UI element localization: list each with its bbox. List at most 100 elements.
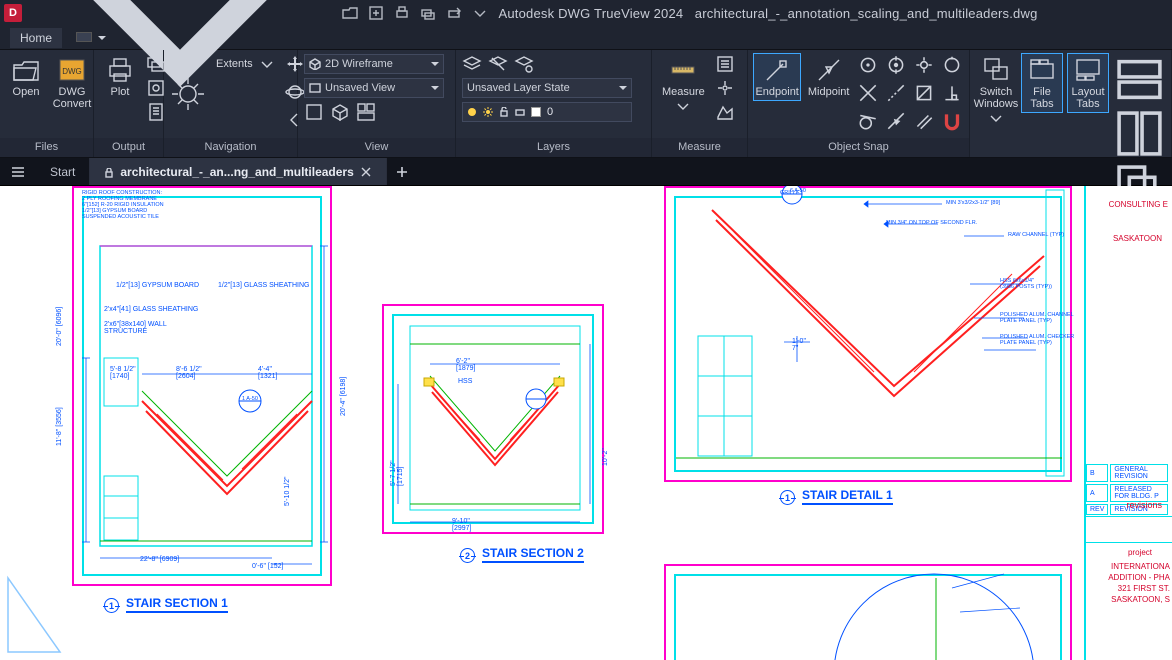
panel-view-title: View — [298, 138, 455, 157]
ui-tile-v-icon[interactable] — [1114, 148, 1165, 162]
endpoint-button[interactable]: Endpoint — [754, 54, 800, 100]
view-manage-icon[interactable] — [304, 102, 324, 122]
open-icon[interactable] — [342, 5, 358, 21]
ruler-icon — [669, 56, 697, 84]
midpoint-button[interactable]: Midpoint — [806, 54, 851, 100]
dim-rh: 20'-4" [6198] — [340, 377, 347, 416]
plot-preview-icon[interactable] — [146, 78, 166, 98]
partial-detail-drawing — [664, 564, 1072, 660]
osnap-node-icon[interactable] — [913, 54, 935, 76]
osnap-center-icon[interactable] — [857, 54, 879, 76]
visual-style-dropdown[interactable]: 2D Wireframe — [304, 54, 444, 74]
det-d: HSS 6x6x1/4"(3986 POSTS (TYP)) — [1000, 278, 1052, 290]
dwg-convert-button[interactable]: DWG DWG Convert — [52, 54, 92, 112]
title-bar: D Autodesk DWG TrueView 2024 architectur… — [0, 0, 1172, 26]
endpoint-icon — [763, 56, 791, 84]
osnap-geocenter-icon[interactable] — [885, 54, 907, 76]
batch-plot-icon[interactable] — [146, 54, 166, 74]
file-tabs-icon — [1028, 56, 1056, 84]
sec2-run: 6'-2"[1879] — [456, 358, 475, 372]
dwg-convert-icon[interactable] — [368, 5, 384, 21]
chevron-down-icon — [990, 112, 1002, 120]
qat-dropdown-icon[interactable] — [472, 5, 488, 21]
start-tab[interactable]: Start — [36, 158, 90, 185]
layout-tabs-button[interactable]: Layout Tabs — [1068, 54, 1108, 112]
osnap-extension-icon[interactable] — [885, 82, 907, 104]
osnap-quadrant-icon[interactable] — [941, 54, 963, 76]
tabs-menu-icon[interactable] — [0, 158, 36, 185]
panel-measure-title: Measure — [652, 138, 747, 157]
note-gypsum: 1/2"[13] GYPSUM BOARD — [116, 282, 199, 289]
osnap-intersection-icon[interactable] — [857, 82, 879, 104]
home-tab[interactable]: Home — [10, 28, 62, 48]
osnap-parallel-icon[interactable] — [913, 110, 935, 132]
ui-tile-h-icon[interactable] — [1114, 94, 1165, 108]
plot-on-icon — [515, 107, 525, 117]
measure-id-icon[interactable] — [715, 78, 735, 98]
sun-icon — [483, 107, 493, 117]
document-tab[interactable]: architectural_-_an...ng_and_multileaders — [90, 158, 386, 185]
publish-icon[interactable] — [446, 5, 462, 21]
osnap-grid — [857, 54, 963, 132]
layer-iso-icon[interactable] — [514, 54, 534, 74]
measure-area-icon[interactable] — [715, 102, 735, 122]
dim-landing: 5'-10 1/2" — [284, 476, 291, 506]
panel-view: 2D Wireframe Unsaved View View — [298, 50, 456, 157]
viewport-icon[interactable] — [356, 102, 376, 122]
consult-label: CONSULTING E — [1109, 200, 1168, 210]
layer-state-dropdown[interactable]: Unsaved Layer State — [462, 78, 632, 98]
chevron-down-icon — [259, 56, 275, 72]
sec2-number: 2 — [460, 548, 475, 563]
midpoint-icon — [815, 56, 843, 84]
sec2-title: STAIR SECTION 2 — [482, 546, 584, 563]
panel-output: Plot Output — [94, 50, 164, 157]
new-tab-icon[interactable] — [387, 158, 417, 185]
panel-files: Open DWG DWG Convert Files — [0, 50, 94, 157]
ribbon: Open DWG DWG Convert Files Plot Output — [0, 50, 1172, 158]
zoom-extents-button[interactable]: Extents — [212, 54, 279, 74]
print-icon[interactable] — [394, 5, 410, 21]
dim-run-top: 8'-6 1/2"[2604] — [176, 366, 202, 380]
dim-uh: 20'-0" [6096] — [56, 307, 63, 346]
project-label: project — [1128, 548, 1152, 558]
det-callout: 6 A-50 — [790, 188, 806, 194]
osnap-insertion-icon[interactable] — [913, 82, 935, 104]
osnap-magnet-icon[interactable] — [941, 110, 963, 132]
det-a: MIN 3'x3/2x3-1/2" [89] — [946, 200, 1000, 206]
file-tabs-button[interactable]: File Tabs — [1022, 54, 1062, 112]
note-sheathing: 1/2"[13] GLASS SHEATHING — [218, 282, 309, 289]
quick-access-toolbar — [342, 5, 488, 21]
layout-tabs-icon — [1074, 56, 1102, 84]
panel-layers-title: Layers — [456, 138, 651, 157]
osnap-tangent-icon[interactable] — [857, 110, 879, 132]
close-icon[interactable] — [360, 166, 372, 178]
sec2-hss: HSS — [458, 378, 472, 385]
windows-icon — [982, 56, 1010, 84]
batch-print-icon[interactable] — [420, 5, 436, 21]
dim-bot: 22'-8" [6909] — [140, 556, 179, 563]
det-b: MIN 3/4" ON TOP OF SECOND FLR. — [886, 220, 977, 226]
osnap-nearest-icon[interactable] — [885, 110, 907, 132]
page-setup-icon[interactable] — [146, 102, 166, 122]
sec1-callout: 1 A-50 — [242, 396, 258, 402]
orbit-compass-icon[interactable] — [170, 76, 206, 112]
named-view-dropdown[interactable]: Unsaved View — [304, 78, 444, 98]
current-layer-dropdown[interactable]: 0 — [462, 102, 632, 122]
stair-section-2-drawing — [382, 304, 604, 534]
plot-button[interactable]: Plot — [100, 54, 140, 100]
layer-prop-icon[interactable] — [462, 54, 482, 74]
switch-windows-button[interactable]: Switch Windows — [976, 54, 1016, 122]
dim-run-left: 5'-8 1/2"[1740] — [110, 366, 136, 380]
proj-line2: ADDITION - PHA — [1108, 573, 1170, 583]
measure-list-icon[interactable] — [715, 54, 735, 74]
view-cube-icon[interactable] — [330, 102, 350, 122]
lock-open-icon — [499, 107, 509, 117]
det1-title: STAIR DETAIL 1 — [802, 488, 893, 505]
appearance-tab[interactable] — [66, 28, 119, 48]
view-icon — [309, 82, 321, 94]
drawing-viewport[interactable]: RIGID ROOF CONSTRUCTION: 2 PLY ROOFING M… — [0, 186, 1172, 660]
measure-button[interactable]: Measure — [658, 54, 709, 110]
open-button[interactable]: Open — [6, 54, 46, 100]
osnap-perpendicular-icon[interactable] — [941, 82, 963, 104]
layer-off-icon[interactable] — [488, 54, 508, 74]
